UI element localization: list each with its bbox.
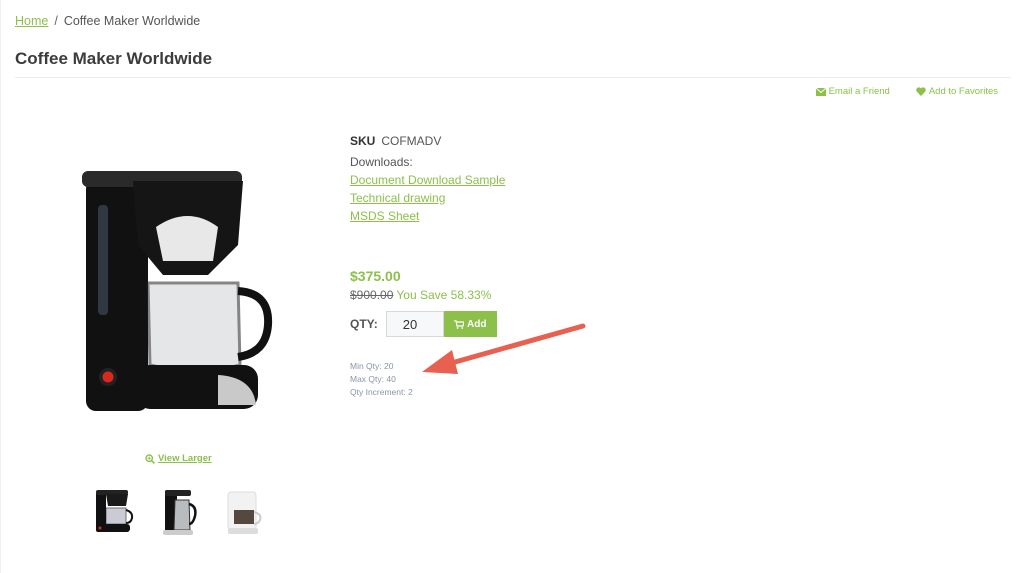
download-link-msds-sheet[interactable]: MSDS Sheet [350, 209, 505, 223]
sale-price: $375.00 [350, 268, 401, 284]
add-to-favorites-label: Add to Favorites [928, 86, 998, 97]
downloads-label: Downloads: [350, 155, 413, 169]
breadcrumb: Home / Coffee Maker Worldwide [15, 14, 200, 28]
view-larger-link[interactable]: View Larger [145, 453, 212, 464]
zoom-in-icon [145, 453, 155, 464]
download-link-technical-drawing[interactable]: Technical drawing [350, 191, 505, 205]
price-savings-line: $900.00 You Save 58.33% [350, 288, 491, 302]
qty-increment: Qty Increment: 2 [350, 387, 413, 397]
sku-value: COFMADV [381, 134, 442, 148]
breadcrumb-separator: / [54, 14, 58, 28]
qty-label: QTY: [350, 317, 378, 331]
thumbnail-white-coffee-maker[interactable] [222, 486, 265, 538]
savings-text: You Save 58.33% [396, 288, 492, 302]
product-actions: Email a Friend Add to Favorites [815, 86, 998, 97]
title-divider [15, 77, 1011, 78]
add-to-favorites-link[interactable]: Add to Favorites [916, 86, 998, 97]
heart-icon [916, 87, 926, 96]
download-link-document-sample[interactable]: Document Download Sample [350, 173, 505, 187]
email-friend-label: Email a Friend [828, 86, 890, 97]
min-qty: Min Qty: 20 [350, 361, 394, 371]
breadcrumb-home-link[interactable]: Home [15, 14, 48, 28]
sku-label: SKU [350, 134, 376, 148]
annotation-arrow [422, 323, 586, 374]
product-main-image[interactable] [78, 165, 274, 415]
max-qty: Max Qty: 40 [350, 374, 396, 384]
product-info: SKU COFMADV Downloads: Document Download … [350, 134, 505, 223]
view-larger-label: View Larger [158, 453, 212, 464]
email-friend-link[interactable]: Email a Friend [815, 86, 890, 97]
envelope-icon [815, 87, 826, 96]
sku-line: SKU COFMADV [350, 134, 505, 148]
thumbnail-black-coffee-maker[interactable] [92, 486, 135, 538]
quantity-limits: Min Qty: 20 Max Qty: 40 Qty Increment: 2 [350, 360, 413, 399]
page-title: Coffee Maker Worldwide [15, 49, 213, 68]
thumbnail-gallery [92, 486, 265, 538]
thumbnail-stainless-coffee-maker[interactable] [157, 486, 200, 538]
breadcrumb-current: Coffee Maker Worldwide [63, 14, 201, 28]
original-price: $900.00 [350, 288, 394, 302]
